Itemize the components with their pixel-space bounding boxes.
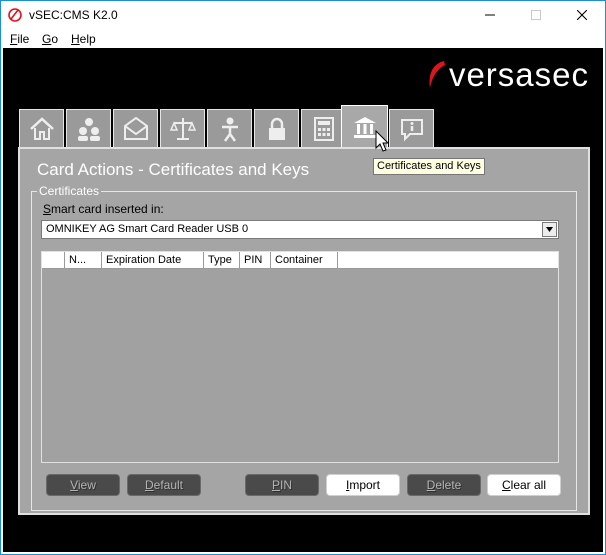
tab-mail[interactable] [113, 109, 158, 147]
mouse-cursor-icon [375, 130, 390, 152]
close-button[interactable] [559, 1, 605, 29]
tab-tooltip: Certificates and Keys [373, 158, 485, 175]
tab-home[interactable] [19, 109, 64, 147]
table-header: N... Expiration Date Type PIN Container [42, 252, 338, 269]
tab-users[interactable] [66, 109, 111, 147]
view-button[interactable]: View [46, 474, 120, 496]
menu-bar: File Go Help [1, 29, 605, 49]
calculator-icon [313, 116, 334, 141]
delete-button[interactable]: Delete [407, 474, 481, 496]
pin-button[interactable]: PIN [245, 474, 319, 496]
column-header-name[interactable]: N... [65, 252, 102, 269]
title-bar: vSEC:CMS K2.0 [1, 1, 605, 29]
tab-calculator[interactable] [301, 109, 346, 147]
logo-text: versasec [448, 56, 589, 93]
window-title: vSEC:CMS K2.0 [29, 8, 118, 22]
reader-value: OMNIKEY AG Smart Card Reader USB 0 [46, 223, 249, 235]
mail-icon [123, 116, 148, 140]
smart-card-reader-select[interactable]: OMNIKEY AG Smart Card Reader USB 0 [41, 220, 559, 239]
default-button[interactable]: Default [127, 474, 201, 496]
menu-help[interactable]: Help [71, 32, 96, 46]
reader-label: Smart card inserted in: [43, 202, 164, 216]
tab-policies[interactable] [160, 109, 205, 147]
certificates-group: Certificates Smart card inserted in: OMN… [31, 184, 577, 511]
tab-about[interactable] [389, 109, 434, 147]
column-header-pin[interactable]: PIN [240, 252, 271, 269]
column-header-container[interactable]: Container [271, 252, 338, 269]
info-bubble-icon [400, 118, 423, 141]
page-title: Card Actions - Certificates and Keys [37, 160, 310, 179]
maximize-button[interactable] [513, 1, 559, 29]
card-actions-panel: Card Actions - Certificates and Keys Cer… [18, 147, 590, 515]
app-window: vSEC:CMS K2.0 File Go Help versasec Card… [0, 0, 606, 555]
certificates-table[interactable]: N... Expiration Date Type PIN Container [41, 251, 559, 463]
menu-go[interactable]: Go [42, 32, 58, 46]
versasec-swoosh-icon [429, 61, 445, 88]
clear-all-button[interactable]: Clear all [487, 474, 561, 496]
column-header-type[interactable]: Type [204, 252, 240, 269]
users-icon [77, 117, 100, 141]
tab-user-lookup[interactable] [207, 109, 252, 147]
versasec-logo: versasec [425, 56, 589, 94]
group-label: Certificates [37, 184, 102, 198]
home-icon [29, 116, 54, 140]
main-area: versasec Card Actions - Certificates and… [3, 48, 603, 552]
minimize-icon [485, 14, 495, 16]
person-icon [221, 117, 238, 142]
chevron-down-icon [546, 227, 553, 232]
tab-security[interactable] [254, 109, 299, 147]
lock-icon [268, 117, 285, 140]
dropdown-button[interactable] [542, 222, 557, 237]
maximize-icon [531, 10, 541, 20]
close-icon [577, 10, 587, 20]
column-header-expiration-date[interactable]: Expiration Date [102, 252, 204, 269]
scales-icon [169, 117, 196, 140]
import-button[interactable]: Import [326, 474, 400, 496]
menu-file[interactable]: File [10, 32, 29, 46]
app-logo-icon [8, 8, 22, 22]
column-header-select[interactable] [42, 252, 65, 269]
minimize-button[interactable] [467, 1, 513, 29]
table-header-filler [338, 252, 558, 269]
